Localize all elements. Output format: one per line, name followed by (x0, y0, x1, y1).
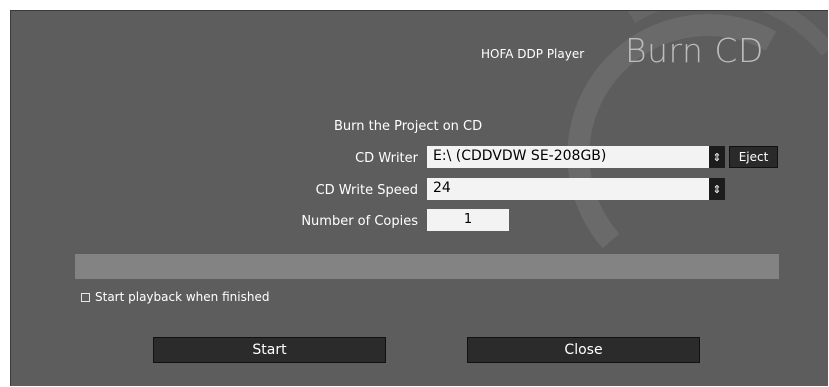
write-speed-select[interactable]: 24 (427, 178, 709, 200)
write-speed-label: CD Write Speed (315, 183, 418, 198)
copies-label: Number of Copies (301, 214, 418, 229)
updown-arrow-icon[interactable]: ⇕ (709, 146, 725, 168)
close-button[interactable]: Close (467, 337, 700, 363)
start-button[interactable]: Start (153, 337, 386, 363)
burn-cd-dialog: HOFA DDP Player Burn CD Burn the Project… (10, 10, 828, 386)
dialog-title: Burn CD (625, 31, 764, 70)
cd-writer-select[interactable]: E:\ (CDDVDW SE-208GB) (427, 146, 709, 168)
checkbox-icon[interactable] (81, 292, 90, 302)
copies-input[interactable]: 1 (427, 209, 509, 231)
start-playback-checkbox[interactable]: Start playback when finished (81, 290, 269, 304)
section-heading: Burn the Project on CD (334, 119, 483, 134)
cd-writer-value: E:\ (CDDVDW SE-208GB) (433, 148, 607, 164)
start-playback-label: Start playback when finished (95, 290, 270, 304)
burn-progress-bar (75, 254, 779, 279)
eject-button[interactable]: Eject (729, 146, 778, 168)
write-speed-value: 24 (433, 180, 451, 196)
brand-label: HOFA DDP Player (481, 47, 585, 61)
cd-writer-label: CD Writer (355, 151, 418, 166)
updown-arrow-icon[interactable]: ⇕ (709, 178, 725, 200)
